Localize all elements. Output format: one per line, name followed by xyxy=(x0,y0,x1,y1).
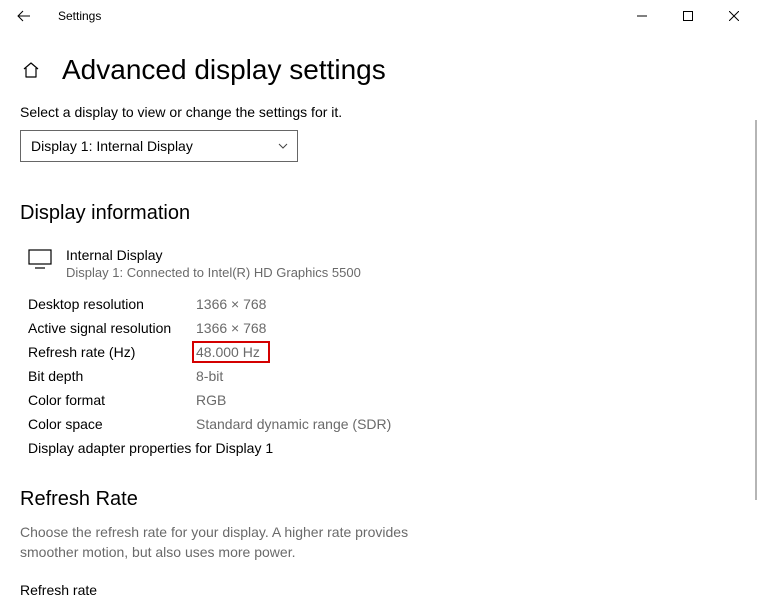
prop-label: Bit depth xyxy=(28,368,196,384)
chevron-down-icon xyxy=(277,140,289,152)
prop-label: Desktop resolution xyxy=(28,296,196,312)
display-selector[interactable]: Display 1: Internal Display xyxy=(20,130,298,162)
prop-row-color-space: Color space Standard dynamic range (SDR) xyxy=(28,416,737,432)
maximize-button[interactable] xyxy=(665,0,711,32)
back-arrow-icon xyxy=(16,8,32,24)
window-title: Settings xyxy=(58,9,101,23)
prop-label: Color space xyxy=(28,416,196,432)
monitor-icon xyxy=(28,249,52,274)
prop-row-bit-depth: Bit depth 8-bit xyxy=(28,368,737,384)
display-information-heading: Display information xyxy=(20,202,737,225)
prop-value-highlighted: 48.000 Hz xyxy=(192,341,270,363)
prop-label: Refresh rate (Hz) xyxy=(28,344,196,360)
refresh-rate-heading: Refresh Rate xyxy=(20,488,737,511)
prop-label: Active signal resolution xyxy=(28,320,196,336)
prop-value: 1366 × 768 xyxy=(196,320,266,336)
page-title: Advanced display settings xyxy=(62,54,386,86)
prop-row-desktop-resolution: Desktop resolution 1366 × 768 xyxy=(28,296,737,312)
prop-label: Color format xyxy=(28,392,196,408)
home-icon[interactable] xyxy=(20,59,42,81)
back-button[interactable] xyxy=(10,2,38,30)
prop-value: Standard dynamic range (SDR) xyxy=(196,416,391,432)
prop-value: 8-bit xyxy=(196,368,223,384)
display-connection: Display 1: Connected to Intel(R) HD Grap… xyxy=(66,265,361,280)
close-button[interactable] xyxy=(711,0,757,32)
refresh-rate-helper: Choose the refresh rate for your display… xyxy=(20,523,420,562)
adapter-properties-link[interactable]: Display adapter properties for Display 1 xyxy=(28,440,737,456)
prop-row-refresh-rate: Refresh rate (Hz) 48.000 Hz xyxy=(28,344,737,360)
display-name: Internal Display xyxy=(66,247,361,263)
prop-row-active-resolution: Active signal resolution 1366 × 768 xyxy=(28,320,737,336)
display-selector-value: Display 1: Internal Display xyxy=(31,138,193,154)
prop-row-color-format: Color format RGB xyxy=(28,392,737,408)
minimize-button[interactable] xyxy=(619,0,665,32)
minimize-icon xyxy=(637,11,647,21)
close-icon xyxy=(729,11,739,21)
prop-value: RGB xyxy=(196,392,226,408)
maximize-icon xyxy=(683,11,693,21)
select-display-text: Select a display to view or change the s… xyxy=(20,104,737,120)
refresh-rate-label: Refresh rate xyxy=(20,582,737,598)
prop-value: 1366 × 768 xyxy=(196,296,266,312)
